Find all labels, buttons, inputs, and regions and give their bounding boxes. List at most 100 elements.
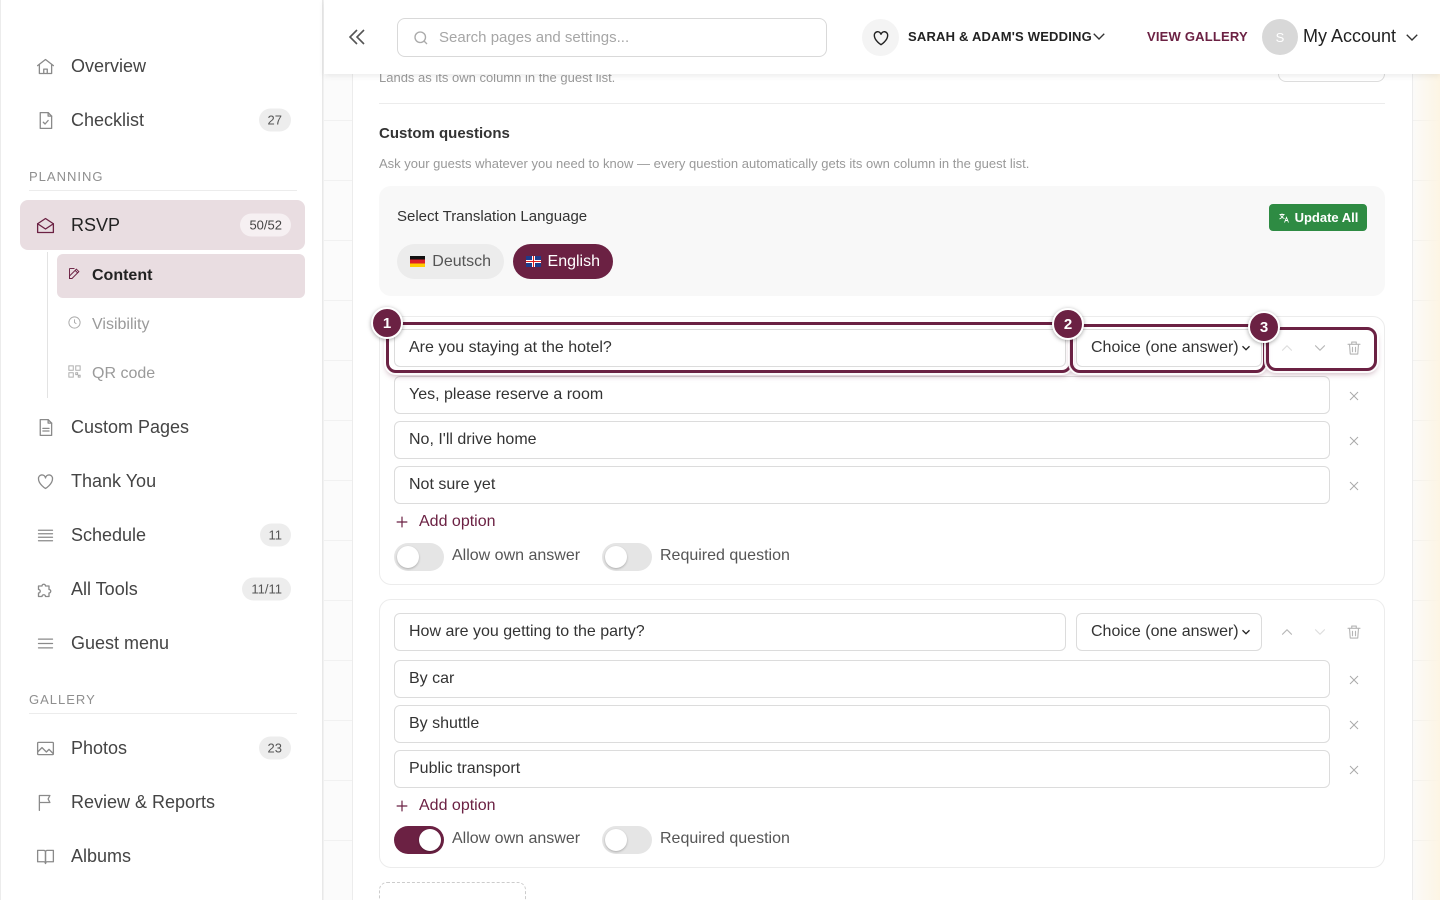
language-option-english[interactable]: English: [513, 244, 613, 279]
delete-question-button[interactable]: [1345, 623, 1363, 641]
question-type-select[interactable]: Choice (one answer): [1076, 613, 1262, 651]
move-up-button[interactable]: [1278, 623, 1296, 641]
chevron-down-icon: [1314, 629, 1326, 635]
translate-icon: [1278, 213, 1289, 223]
chevron-up-icon: [1281, 345, 1293, 351]
close-icon: [1349, 481, 1359, 491]
add-option-button[interactable]: Add option: [394, 513, 496, 531]
sidebar-item-label: Albums: [71, 845, 132, 866]
sidebar-item-label: Photos: [71, 737, 128, 758]
question-type-select[interactable]: Choice (one answer): [1076, 329, 1262, 367]
section-label-planning: PLANNING: [29, 169, 104, 184]
sidebar-item-custom-pages[interactable]: Custom Pages: [20, 402, 305, 452]
close-icon: [1349, 675, 1359, 685]
option-input[interactable]: Yes, please reserve a room: [394, 376, 1330, 414]
allow-own-answer-label: Allow own answer: [452, 547, 581, 564]
chevron-down-icon: [1093, 33, 1105, 40]
event-heart-button[interactable]: [862, 19, 899, 56]
sidebar-subitem-qr-code[interactable]: QR code: [57, 352, 305, 396]
heart-icon: [873, 30, 888, 46]
option-input[interactable]: By shuttle: [394, 705, 1330, 743]
chevron-down-icon: [1314, 345, 1326, 351]
sidebar-item-checklist[interactable]: Checklist 27: [20, 95, 305, 145]
sidebar-item-schedule[interactable]: Schedule 11: [20, 510, 305, 560]
move-down-button[interactable]: [1311, 623, 1329, 641]
allow-own-answer-toggle[interactable]: [394, 826, 444, 854]
allow-own-answer-toggle[interactable]: [394, 543, 444, 571]
option-input[interactable]: By car: [394, 660, 1330, 698]
sidebar-item-label: Guest menu: [71, 632, 170, 653]
double-chevron-left-icon: [348, 29, 365, 45]
puzzle-icon: [33, 577, 57, 601]
account-dropdown-button[interactable]: [1403, 28, 1421, 46]
move-down-button[interactable]: [1311, 339, 1329, 357]
sidebar-item-albums[interactable]: Albums: [20, 831, 305, 881]
sidebar-item-thank-you[interactable]: Thank You: [20, 456, 305, 506]
translation-language-panel: [379, 186, 1385, 296]
close-icon: [1349, 765, 1359, 775]
required-question-label: Required question: [660, 547, 790, 564]
chevron-down-icon: [1406, 34, 1418, 41]
sidebar-item-review-reports[interactable]: Review & Reports: [20, 777, 305, 827]
close-icon: [1349, 436, 1359, 446]
remove-option-button[interactable]: [1346, 717, 1362, 733]
sidebar-item-all-tools[interactable]: All Tools 11/11: [20, 564, 305, 614]
update-all-label: Update All: [1294, 210, 1359, 225]
remove-option-button[interactable]: [1346, 478, 1362, 494]
heart-icon: [33, 469, 57, 493]
remove-option-button[interactable]: [1346, 672, 1362, 688]
section-divider: [379, 103, 1385, 104]
remove-option-button[interactable]: [1346, 388, 1362, 404]
german-flag-icon: [410, 256, 426, 267]
image-icon: [33, 736, 57, 760]
language-label: Deutsch: [432, 252, 491, 270]
question-text-input[interactable]: How are you getting to the party?: [394, 613, 1066, 651]
sidebar-subitem-visibility[interactable]: Visibility: [57, 303, 305, 347]
required-question-toggle[interactable]: [602, 543, 652, 571]
event-selector[interactable]: SARAH & ADAM'S WEDDING: [908, 29, 1092, 44]
add-question-button[interactable]: [379, 882, 526, 900]
sidebar-item-photos[interactable]: Photos 23: [20, 723, 305, 773]
sidebar-item-label: Overview: [71, 55, 147, 76]
question-text-input[interactable]: Are you staying at the hotel?: [394, 329, 1066, 367]
move-up-button[interactable]: [1278, 339, 1296, 357]
view-gallery-link[interactable]: VIEW GALLERY: [1147, 29, 1248, 44]
language-label: English: [547, 252, 600, 270]
event-dropdown-button[interactable]: [1090, 27, 1110, 47]
add-option-button[interactable]: Add option: [394, 797, 496, 815]
sidebar-item-guest-menu[interactable]: Guest menu: [20, 618, 305, 668]
sidebar-item-label: Checklist: [71, 109, 145, 130]
count-badge: 11/11: [242, 577, 291, 601]
remove-option-button[interactable]: [1346, 762, 1362, 778]
marker-badge: 3: [1248, 311, 1280, 343]
close-icon: [1349, 720, 1359, 730]
option-input[interactable]: Public transport: [394, 750, 1330, 788]
sidebar-item-label: Schedule: [71, 524, 147, 545]
language-option-deutsch[interactable]: Deutsch: [397, 244, 504, 279]
update-all-button[interactable]: Update All: [1269, 204, 1367, 231]
menu-icon: [33, 631, 57, 655]
sidebar-subitem-content[interactable]: Content: [57, 254, 305, 298]
search-box[interactable]: [397, 18, 827, 57]
home-icon: [33, 54, 57, 78]
search-input[interactable]: [439, 29, 809, 46]
delete-question-button[interactable]: [1345, 339, 1363, 357]
add-option-label: Add option: [419, 513, 496, 530]
sidebar-item-label: Thank You: [71, 470, 157, 491]
sidebar-item-rsvp[interactable]: RSVP 50/52: [20, 200, 305, 250]
remove-option-button[interactable]: [1346, 433, 1362, 449]
sidebar-item-overview[interactable]: Overview: [20, 41, 305, 91]
plus-icon: [396, 800, 408, 812]
required-question-toggle[interactable]: [602, 826, 652, 854]
sidebar-item-label: All Tools: [71, 578, 138, 599]
edit-icon: [67, 266, 82, 286]
search-icon: [414, 30, 428, 44]
chevron-up-icon: [1281, 629, 1293, 635]
chevron-down-icon: [1242, 629, 1250, 635]
section-divider: [29, 190, 297, 191]
avatar[interactable]: S: [1262, 19, 1298, 55]
option-input[interactable]: No, I'll drive home: [394, 421, 1330, 459]
option-input[interactable]: Not sure yet: [394, 466, 1330, 504]
account-menu[interactable]: My Account: [1303, 26, 1396, 47]
collapse-sidebar-button[interactable]: [345, 25, 369, 49]
